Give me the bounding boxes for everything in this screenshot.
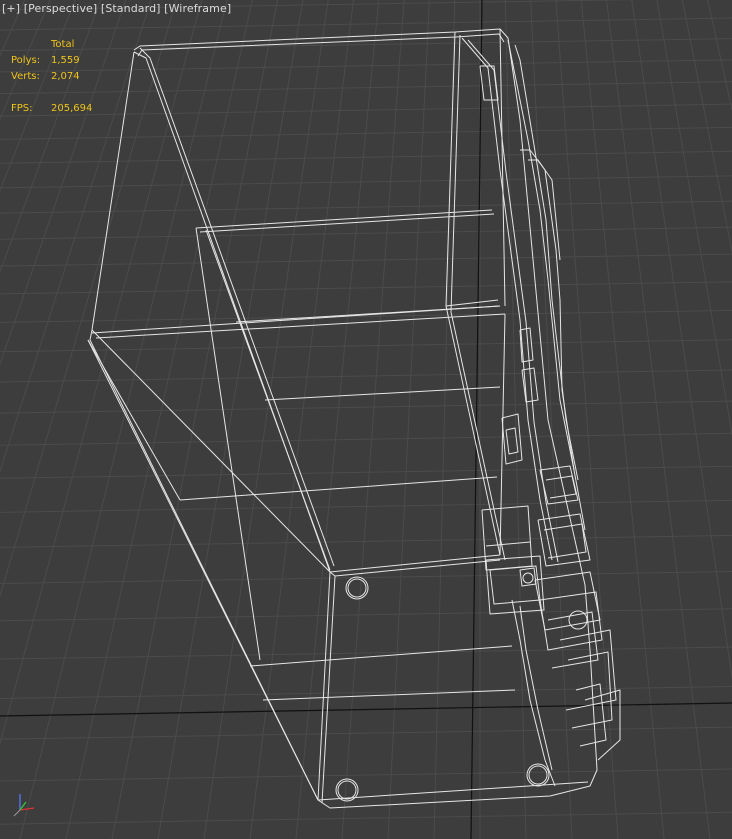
fps-label: FPS: — [11, 103, 33, 114]
stats-header: Total — [51, 39, 75, 50]
wireframe-model[interactable] — [87, 28, 621, 809]
viewport-label-wireframe[interactable]: [Wireframe] — [164, 2, 231, 15]
wireframe-scene — [0, 0, 732, 839]
verts-value: 2,074 — [51, 71, 80, 82]
polys-label: Polys: — [11, 55, 41, 66]
verts-label: Verts: — [11, 71, 40, 82]
viewport-label-bar: [+] [Perspective] [Standard] [Wireframe] — [2, 2, 231, 15]
viewport-label-standard[interactable]: [Standard] — [101, 2, 161, 15]
axis-tripod-icon — [13, 794, 35, 817]
polys-value: 1,559 — [51, 55, 80, 66]
viewport-label-perspective[interactable]: [Perspective] — [24, 2, 98, 15]
viewport-label-plus[interactable]: [+] — [2, 2, 20, 15]
grid-axis-line-horizontal — [0, 702, 732, 717]
ground-grid — [0, 0, 732, 839]
viewport-perspective[interactable]: [+] [Perspective] [Standard] [Wireframe]… — [0, 0, 732, 839]
fps-value: 205,694 — [51, 103, 93, 114]
